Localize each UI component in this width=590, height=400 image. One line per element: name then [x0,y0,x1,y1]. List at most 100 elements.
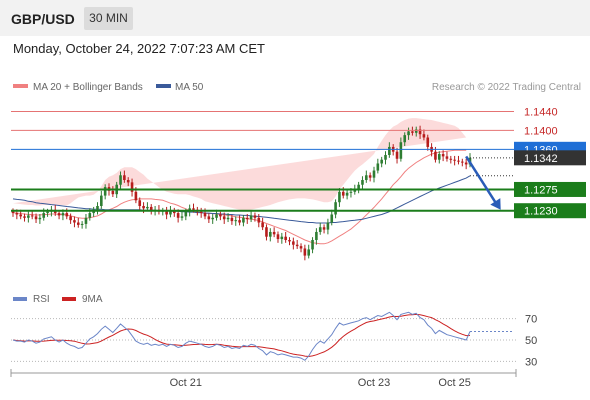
candle-body [253,215,257,218]
candle-body [249,215,253,220]
candle-body [96,205,99,210]
copyright: Research © 2022 Trading Central [432,82,581,93]
candle-body [445,156,449,159]
candle-body [326,222,330,230]
candle-body [226,217,230,220]
candle-body [376,163,380,171]
candle-body [338,191,341,203]
candle-body [30,215,34,217]
candle-body [42,213,46,218]
candle-body [27,215,30,218]
candle-body [211,217,214,220]
candle-body [380,159,383,164]
level-label-1.1342: 1.1342 [524,153,558,165]
candle-body [257,217,261,223]
candle-body [457,160,460,162]
candle-body [434,151,437,160]
candle-body [307,249,311,256]
projection-arrow-head [490,198,501,210]
level-label-1.1275: 1.1275 [524,184,558,196]
price-chart: MA 20 + Bollinger Bands MA 50 Research ©… [10,82,586,389]
candle-body [134,191,138,201]
candle-body [441,154,445,157]
candle-body [65,213,69,217]
legend-ma50-label: MA 50 [175,82,204,93]
candle-body [103,187,107,196]
candle-body [299,246,303,249]
candle-body [230,217,234,222]
candle-body [330,214,334,223]
candle-body [184,211,188,217]
candle-body [15,213,19,215]
candle-body [365,175,368,181]
candle-body [192,208,195,210]
candle-body [426,137,430,147]
candle-body [284,236,287,240]
candle-body [403,135,407,143]
candle-body [269,231,272,237]
candle-body [242,217,245,223]
candle-body [261,222,264,228]
candle-body [23,216,26,218]
candle-body [84,217,88,224]
rsi-tick-30: 30 [525,356,537,368]
candle-body [395,151,399,159]
candle-body [295,244,299,247]
candle-body [100,195,103,206]
candle-body [303,248,307,256]
candle-body [119,175,122,185]
candle-body [34,216,38,220]
candle-body [265,227,268,237]
projection-arrow-shaft [465,155,497,204]
candle-body [180,216,184,218]
candle-body [245,217,249,220]
candle-body [368,175,372,178]
candle-body [292,241,295,245]
level-label-1.1400: 1.1400 [524,125,558,137]
legend-rsi-swatch [13,297,27,301]
candle-body [199,211,203,214]
candle-body [61,213,65,216]
candle-body [388,146,391,155]
candle-body [76,222,80,225]
candle-body [238,220,241,223]
candle-body [146,206,149,209]
candle-body [315,231,318,240]
candle-body [318,227,322,232]
candle-body [123,175,126,181]
candle-body [207,216,211,220]
candle-body [272,231,276,235]
candle-body [345,192,349,196]
candle-body [422,134,426,138]
candle-body [437,154,441,160]
candle-body [222,216,226,220]
legend-ma20-swatch [13,84,28,88]
candle-body [88,213,92,218]
candle-body [361,180,364,185]
legend-9ma-swatch [62,297,76,301]
x-tick-label: Oct 21 [170,377,202,389]
candle-body [19,214,22,217]
candle-body [176,213,180,218]
candle-body [288,239,291,242]
candle-body [46,211,49,214]
bollinger-band [13,118,467,211]
candle-body [384,154,387,160]
candle-body [311,239,314,250]
candle-body [138,200,142,206]
candle-body [349,191,353,193]
legend-ma50-swatch [156,84,171,88]
rsi-tick-70: 70 [525,314,537,326]
time-axis: Oct 21 Oct 23 Oct 25 [10,369,517,389]
rsi-plot: 70 50 30 [11,311,537,368]
candle-body [372,170,376,178]
level-label-1.1230: 1.1230 [524,206,558,218]
candle-body [234,220,238,222]
candle-body [80,223,84,225]
x-tick-label: Oct 23 [358,377,390,389]
candle-body [464,162,468,165]
candle-body [38,217,42,220]
rsi-tick-50: 50 [525,335,537,347]
legend-ma20-label: MA 20 + Bollinger Bands [33,82,143,93]
candle-body [322,227,326,230]
